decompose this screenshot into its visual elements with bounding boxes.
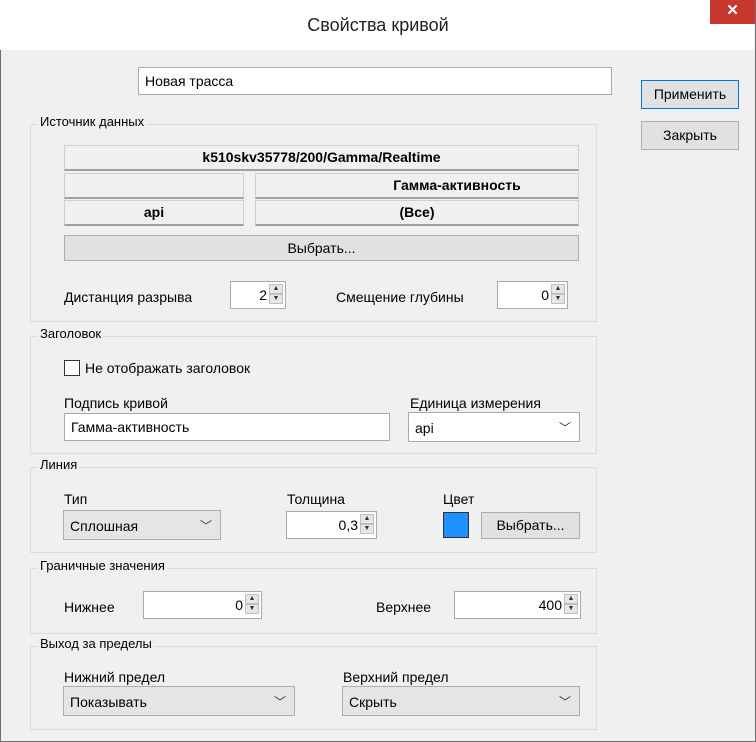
gap-distance-stepper[interactable]: 2 ▲ ▼ [230, 281, 286, 309]
lower-limit-value: Показывать [70, 694, 147, 710]
gap-distance-value: 2 [259, 287, 267, 303]
chevron-down-icon: ﹀ [558, 695, 571, 709]
upper-bound-value: 400 [538, 597, 562, 613]
source-group-label: Источник данных [38, 114, 147, 130]
hide-header-checkbox[interactable] [64, 360, 80, 376]
upper-limit-label: Верхний предел [343, 669, 449, 685]
upper-limit-select[interactable]: Скрыть ﹀ [342, 686, 580, 716]
lower-limit-label: Нижний предел [64, 669, 166, 685]
overflow-group-label: Выход за пределы [38, 636, 154, 652]
unit-select[interactable]: api ﹀ [408, 412, 580, 442]
line-group-label: Линия [38, 457, 80, 473]
unit-select-value: api [415, 420, 434, 436]
line-width-label: Толщина [287, 491, 345, 507]
lower-bound-value: 0 [235, 597, 243, 613]
line-width-value: 0,3 [338, 517, 358, 533]
caption-label: Подпись кривой [64, 395, 168, 411]
lower-bound-stepper[interactable]: 0 ▲ ▼ [143, 591, 262, 619]
line-type-label: Тип [64, 491, 88, 507]
source-path-field: k510skv35778/200/Gamma/Realtime [64, 145, 579, 171]
depth-offset-label: Смещение глубины [336, 289, 464, 305]
curve-name-input[interactable]: Новая трасса [138, 67, 612, 95]
header-group-label: Заголовок [38, 326, 104, 342]
caption-input[interactable]: Гамма-активность [64, 413, 390, 441]
depth-offset-value: 0 [541, 287, 549, 303]
hide-header-label[interactable]: Не отображать заголовок [85, 359, 250, 377]
source-unit-field: api [64, 200, 244, 226]
spin-arrows-icon[interactable]: ▲ ▼ [564, 594, 578, 616]
close-button[interactable]: Закрыть [641, 121, 739, 150]
spin-arrows-icon[interactable]: ▲ ▼ [245, 594, 259, 616]
spin-arrows-icon[interactable]: ▲ ▼ [551, 284, 565, 306]
line-type-value: Сплошная [70, 518, 139, 534]
window-title: Свойства кривой [307, 15, 449, 35]
gap-distance-label: Дистанция разрыва [64, 289, 193, 305]
upper-bound-stepper[interactable]: 400 ▲ ▼ [454, 591, 581, 619]
line-type-select[interactable]: Сплошная ﹀ [63, 510, 221, 540]
source-empty-field [64, 173, 244, 199]
select-color-button[interactable]: Выбрать... [481, 512, 580, 539]
select-source-button[interactable]: Выбрать... [64, 235, 579, 261]
unit-label: Единица измерения [410, 395, 541, 411]
color-swatch[interactable] [443, 512, 469, 538]
depth-offset-stepper[interactable]: 0 ▲ ▼ [497, 281, 568, 309]
line-width-stepper[interactable]: 0,3 ▲ ▼ [286, 511, 377, 539]
spin-arrows-icon[interactable]: ▲ ▼ [269, 284, 283, 306]
chevron-down-icon: ﹀ [199, 519, 212, 533]
chevron-down-icon: ﹀ [558, 421, 571, 435]
upper-limit-value: Скрыть [349, 694, 397, 710]
line-color-label: Цвет [443, 491, 475, 507]
lower-bound-label: Нижнее [64, 599, 115, 615]
chevron-down-icon: ﹀ [273, 695, 286, 709]
spin-arrows-icon[interactable]: ▲ ▼ [360, 514, 374, 536]
bounds-group-label: Граничные значения [38, 558, 167, 574]
source-parameter-field: Гамма-активность [255, 173, 579, 199]
close-icon[interactable]: ✕ [710, 0, 755, 24]
source-filter-field: (Все) [255, 200, 579, 226]
apply-button[interactable]: Применить [641, 80, 739, 109]
upper-bound-label: Верхнее [376, 599, 432, 615]
lower-limit-select[interactable]: Показывать ﹀ [63, 686, 295, 716]
